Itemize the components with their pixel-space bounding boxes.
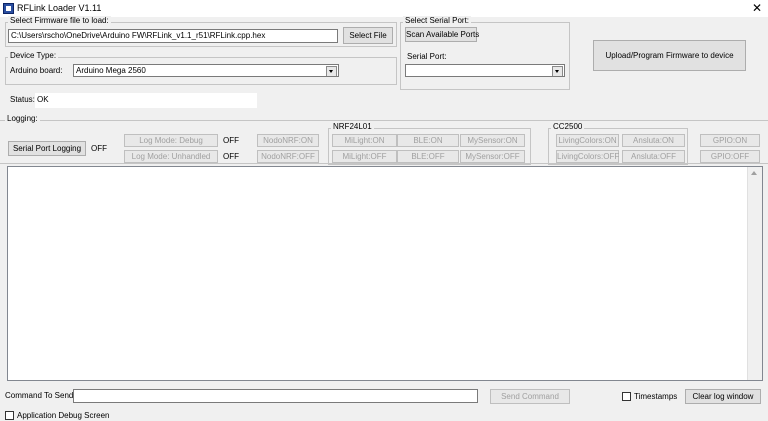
board-select-value: Arduino Mega 2560 — [76, 66, 146, 75]
cc2500-legend: CC2500 — [551, 122, 585, 132]
ansluta-on-button[interactable]: Ansluta:ON — [622, 134, 685, 147]
nodo-nrf-on-button[interactable]: NodoNRF:ON — [257, 134, 319, 147]
status-label: Status: — [10, 95, 35, 104]
ble-off-button[interactable]: BLE:OFF — [397, 150, 459, 163]
scroll-up-icon[interactable] — [751, 171, 757, 175]
device-type-legend: Device Type: — [8, 51, 59, 61]
serial-port-logging-button[interactable]: Serial Port Logging — [8, 141, 86, 156]
close-icon[interactable]: ✕ — [748, 1, 766, 16]
board-select[interactable]: Arduino Mega 2560 — [73, 64, 339, 77]
debug-screen-checkbox[interactable] — [5, 411, 14, 420]
log-mode-unhandled-button[interactable]: Log Mode: Unhandled — [124, 150, 218, 163]
ansluta-off-button[interactable]: Ansluta:OFF — [622, 150, 685, 163]
clear-log-button[interactable]: Clear log window — [685, 389, 761, 404]
serial-port-legend: Select Serial Port: — [403, 16, 472, 26]
livingcolors-off-button[interactable]: LivingColors:OFF — [556, 150, 619, 163]
board-label: Arduino board: — [10, 66, 63, 75]
serial-port-label: Serial Port: — [407, 52, 447, 61]
status-value: OK — [35, 93, 257, 108]
chevron-down-icon[interactable] — [552, 66, 563, 76]
nodo-nrf-off-button[interactable]: NodoNRF:OFF — [257, 150, 319, 163]
window-title: RFLink Loader V1.11 — [17, 3, 102, 13]
firmware-path-input[interactable]: C:\Users\rscho\OneDrive\Arduino FW\RFLin… — [8, 29, 338, 43]
log-mode-unhandled-state: OFF — [223, 152, 239, 161]
gpio-on-button[interactable]: GPIO:ON — [700, 134, 760, 147]
serial-port-select[interactable] — [405, 64, 565, 77]
send-command-button[interactable]: Send Command — [490, 389, 570, 404]
gpio-off-button[interactable]: GPIO:OFF — [700, 150, 760, 163]
chevron-down-icon[interactable] — [326, 66, 337, 76]
scan-ports-button[interactable]: Scan Available Ports — [405, 27, 479, 42]
app-window-icon — [3, 3, 14, 14]
serial-port-logging-state: OFF — [91, 144, 107, 153]
firmware-group-legend: Select Firmware file to load: — [8, 16, 111, 26]
log-mode-debug-state: OFF — [223, 136, 239, 145]
log-mode-debug-button[interactable]: Log Mode: Debug — [124, 134, 218, 147]
upload-firmware-button[interactable]: Upload/Program Firmware to device — [593, 40, 746, 71]
log-window[interactable] — [7, 166, 763, 381]
milight-on-button[interactable]: MiLight:ON — [332, 134, 397, 147]
mysensor-on-button[interactable]: MySensor:ON — [460, 134, 525, 147]
mysensor-off-button[interactable]: MySensor:OFF — [460, 150, 525, 163]
command-input[interactable] — [73, 389, 478, 403]
timestamps-label: Timestamps — [634, 392, 678, 401]
nrf24-legend: NRF24L01 — [331, 122, 374, 132]
logging-legend: Logging: — [5, 114, 40, 124]
ble-on-button[interactable]: BLE:ON — [397, 134, 459, 147]
livingcolors-on-button[interactable]: LivingColors:ON — [556, 134, 619, 147]
command-label: Command To Send: — [5, 391, 76, 400]
timestamps-checkbox[interactable] — [622, 392, 631, 401]
milight-off-button[interactable]: MiLight:OFF — [332, 150, 397, 163]
select-file-button[interactable]: Select File — [343, 27, 393, 44]
log-scrollbar[interactable] — [747, 167, 762, 380]
title-bar: RFLink Loader V1.11 ✕ — [0, 0, 768, 17]
